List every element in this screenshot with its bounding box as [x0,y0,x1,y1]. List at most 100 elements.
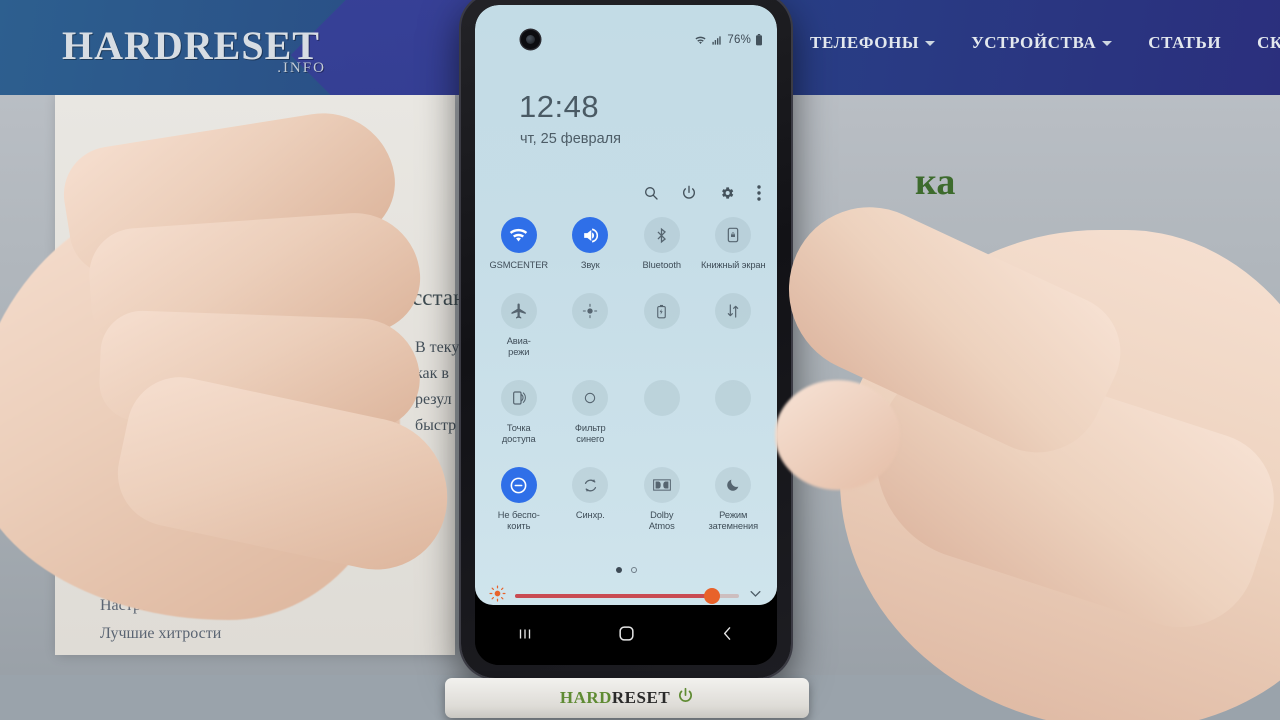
quick-settings-tiles: GSMCENTER Звук Bluetooth Книжный экран А… [483,217,769,532]
signal-bars-icon [712,35,722,45]
airplane-icon [500,293,537,329]
brightness-icon [489,585,506,607]
sidebar-links: аккаунт Google Как сделать скриншот на Н… [100,508,400,648]
tile-sync[interactable]: Синхр. [555,467,627,532]
tile-label: Не беспо-коить [497,510,540,531]
blank-icon [643,380,680,416]
status-bar: 76% [694,34,763,46]
tile-auto-brightness[interactable] [555,293,627,358]
bluetooth-icon [643,217,680,253]
tile-label: Dolby Atmos [648,510,675,531]
tile-row-3: Точка доступа Фильтр синего [483,380,769,445]
tile-row-4: Не беспо-коить Синхр. Dolby Atmos Режим … [483,467,769,532]
nav-label: УСТРОЙСТВА [971,33,1097,52]
volume-icon [572,217,609,253]
battery-percent: 76% [727,34,751,46]
back-button[interactable] [719,625,736,647]
tile-label: Bluetooth [642,260,681,270]
do-not-disturb-icon [500,467,537,503]
tile-portrait-lock[interactable]: Книжный экран [698,217,770,271]
dock-brand: HARDRESET [560,688,670,708]
brightness-fill [515,594,713,598]
sidebar-link-tricks[interactable]: Лучшие хитрости [100,620,400,648]
sidebar-link-screenshot[interactable]: Как сделать скриншот на [100,536,400,564]
tile-power-saving[interactable] [626,293,698,358]
chevron-down-icon[interactable] [748,586,763,606]
tile-mobile-data[interactable] [698,293,770,358]
sidebar-link-gmail[interactable]: Настроить Gmail [100,564,400,592]
tile-blank-1[interactable] [626,380,698,445]
sync-icon [572,467,609,503]
nav-item-download[interactable]: СКАЧАТЬ [1257,33,1280,53]
brightness-knob[interactable] [704,588,721,604]
tile-row-2: Авиа-режи [483,293,769,358]
site-nav: ТЕЛЕФОНЫ УСТРОЙСТВА СТАТЬИ СКАЧАТЬ С [810,33,1280,53]
tile-dark-mode[interactable]: Режим затемнения [698,467,770,532]
battery-icon [756,34,762,46]
dark-mode-icon [715,467,752,503]
sidebar-link-wifi[interactable]: Настроить Wi-Fi [100,592,400,620]
home-button[interactable] [617,624,636,648]
page-dot-active[interactable] [615,567,622,573]
dock-brand-reset: RESET [611,688,671,707]
phone-screen: 76% 12:48 чт, 25 февраля GSMCENTER Звук … [475,5,777,665]
page-dot-inactive[interactable] [631,567,637,573]
tile-sound[interactable]: Звук [555,217,627,271]
nav-item-articles[interactable]: СТАТЬИ [1148,33,1221,53]
auto-brightness-icon [572,293,609,329]
background-green-heading: ка [915,161,956,203]
settings-gear-icon[interactable] [719,185,735,201]
phone-dock: HARDRESET [445,678,809,718]
quick-settings-panel: 76% 12:48 чт, 25 февраля GSMCENTER Звук … [475,5,777,619]
hotspot-icon [500,380,537,416]
tile-label: Фильтр синего [574,423,606,444]
tile-label: Режим затемнения [708,510,759,531]
nav-label: ТЕЛЕФОНЫ [810,33,920,52]
tile-wifi[interactable]: GSMCENTER [483,217,555,271]
nav-item-phones[interactable]: ТЕЛЕФОНЫ [810,33,936,53]
power-icon[interactable] [681,185,697,201]
lock-date: чт, 25 февраля [520,131,621,147]
mobile-data-icon [715,293,752,329]
nav-item-devices[interactable]: УСТРОЙСТВА [971,33,1113,53]
background-grey-line: ные на [1020,255,1069,274]
dolby-atmos-icon [643,467,680,503]
tile-label: Авиа-режи [506,336,531,357]
blank-icon [715,380,752,416]
dock-brand-hard: HARD [559,688,612,707]
tile-label: Синхр. [575,510,605,520]
tile-dolby-atmos[interactable]: Dolby Atmos [626,467,698,532]
recents-button[interactable] [516,625,534,648]
lock-clock: 12:48 [519,89,600,124]
wifi-icon [695,36,706,44]
chevron-down-icon [1102,40,1113,46]
portrait-lock-icon [715,217,752,253]
power-saving-icon [643,293,680,329]
tile-do-not-disturb[interactable]: Не беспо-коить [483,467,555,532]
search-icon[interactable] [643,185,659,201]
tile-label: Звук [580,260,600,270]
power-icon [677,687,694,709]
tile-hotspot[interactable]: Точка доступа [483,380,555,445]
tile-label: Точка доступа [501,423,536,444]
front-camera-punch-hole [521,30,540,49]
tile-row-1: GSMCENTER Звук Bluetooth Книжный экран [483,217,769,271]
blue-light-filter-icon [572,380,609,416]
sidebar-link-google[interactable]: аккаунт Google [100,508,400,536]
tile-bluetooth[interactable]: Bluetooth [626,217,698,271]
brightness-slider-row [489,585,763,607]
navigation-bar [475,607,777,665]
tile-label: GSMCENTER [489,260,549,270]
tile-blue-light-filter[interactable]: Фильтр синего [555,380,627,445]
brightness-slider[interactable] [515,588,739,604]
logo-domain: .INFO [277,60,326,76]
more-options-icon[interactable] [757,185,761,201]
page-indicator [475,567,777,573]
chevron-down-icon [925,40,936,46]
site-logo[interactable]: HARDRESET .INFO [62,22,324,76]
wifi-icon [500,217,537,253]
tile-label: Книжный экран [700,260,766,270]
tile-airplane-mode[interactable]: Авиа-режи [483,293,555,358]
tile-blank-2[interactable] [698,380,770,445]
quick-settings-actions [643,185,761,201]
